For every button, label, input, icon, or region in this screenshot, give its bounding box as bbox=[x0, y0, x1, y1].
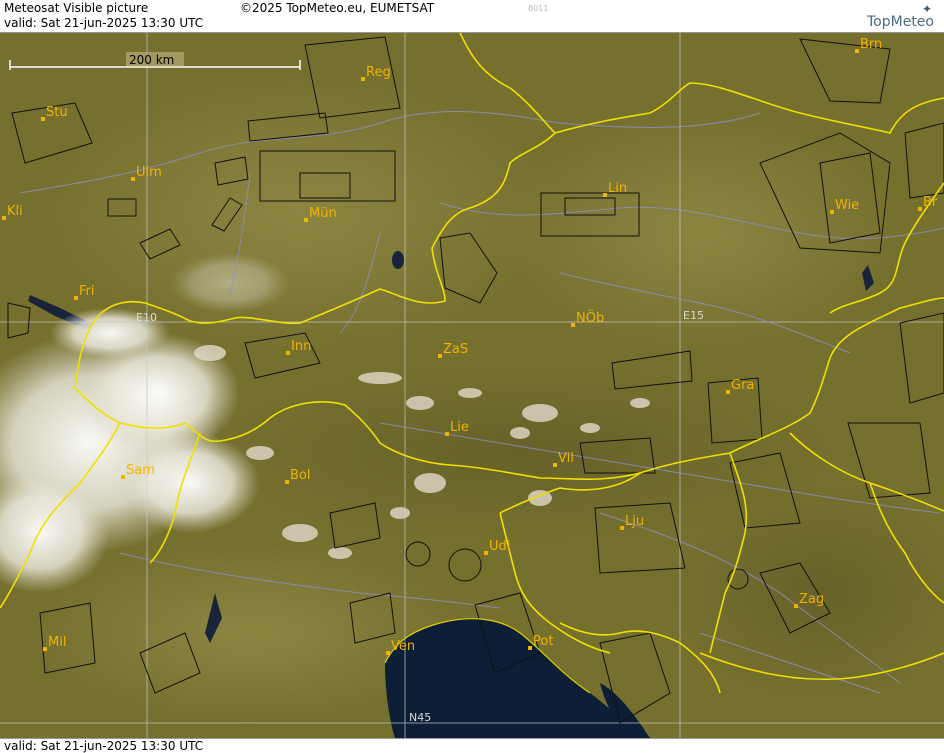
city-brn: Brn bbox=[855, 37, 882, 53]
city-ulm: Ulm bbox=[131, 165, 162, 181]
lake bbox=[392, 251, 404, 269]
city-label: Gra bbox=[731, 378, 754, 393]
city-marker-dot bbox=[553, 463, 557, 467]
city-label: Wie bbox=[835, 198, 859, 213]
city-marker-dot bbox=[528, 646, 532, 650]
city-zas: ZaS bbox=[438, 342, 468, 358]
city-marker-dot bbox=[2, 216, 6, 220]
city-label: Fri bbox=[79, 284, 95, 299]
city-marker-dot bbox=[361, 77, 365, 81]
city-label: Udi bbox=[489, 539, 510, 554]
city-label: Br bbox=[923, 195, 938, 210]
city-nob: NÖb bbox=[571, 309, 604, 327]
city-label: Mün bbox=[309, 206, 337, 221]
city-marker-dot bbox=[74, 296, 78, 300]
grid-label-e10: E10 bbox=[136, 311, 157, 324]
city-marker-dot bbox=[571, 323, 575, 327]
footer-valid-time: valid: Sat 21-jun-2025 13:30 UTC bbox=[4, 739, 204, 753]
city-label: Brn bbox=[860, 37, 882, 52]
header-bar: Meteosat Visible picture valid: Sat 21-j… bbox=[0, 0, 944, 33]
city-marker-dot bbox=[620, 526, 624, 530]
city-marker-dot bbox=[484, 551, 488, 555]
city-label: Bol bbox=[290, 468, 310, 483]
city-label: ZaS bbox=[443, 342, 468, 357]
city-marker-dot bbox=[445, 432, 449, 436]
city-marker-dot bbox=[855, 49, 859, 53]
copyright-text: ©2025 TopMeteo.eu, EUMETSAT bbox=[240, 1, 435, 15]
city-label: Lie bbox=[450, 420, 469, 435]
city-label: Vil bbox=[558, 451, 574, 466]
image-code: 8011 bbox=[528, 4, 549, 13]
city-label: Sam bbox=[126, 463, 155, 478]
city-marker-dot bbox=[43, 647, 47, 651]
valid-time: valid: Sat 21-jun-2025 13:30 UTC bbox=[4, 16, 204, 30]
city-label: Mil bbox=[48, 635, 66, 650]
city-label: Ven bbox=[391, 639, 415, 654]
logo-text: TopMeteo bbox=[867, 14, 934, 30]
footer-bar: valid: Sat 21-jun-2025 13:30 UTC bbox=[0, 738, 944, 753]
city-label: Inn bbox=[291, 339, 311, 354]
city-marker-dot bbox=[830, 210, 834, 214]
city-label: Pot bbox=[533, 634, 553, 649]
city-marker-dot bbox=[603, 193, 607, 197]
city-label: Lin bbox=[608, 181, 627, 196]
map-title: Meteosat Visible picture bbox=[4, 1, 149, 15]
city-gra: Gra bbox=[726, 378, 754, 394]
city-sam: Sam bbox=[121, 463, 155, 479]
city-reg: Reg bbox=[361, 65, 391, 81]
city-marker-dot bbox=[726, 390, 730, 394]
city-marker-dot bbox=[286, 351, 290, 355]
city-label: Kli bbox=[7, 204, 23, 219]
city-zag: Zag bbox=[794, 592, 824, 608]
topmeteo-logo: TopMeteo ✦ bbox=[867, 2, 934, 30]
city-marker-dot bbox=[285, 480, 289, 484]
city-marker-dot bbox=[386, 651, 390, 655]
scale-label: 200 km bbox=[129, 53, 174, 67]
city-label: Ulm bbox=[136, 165, 162, 180]
grid-label-e15: E15 bbox=[683, 309, 704, 322]
city-marker-dot bbox=[41, 117, 45, 121]
city-marker-dot bbox=[918, 207, 922, 211]
city-marker-dot bbox=[304, 218, 308, 222]
city-label: NÖb bbox=[576, 309, 604, 326]
city-marker-dot bbox=[794, 604, 798, 608]
city-label: Lju bbox=[625, 514, 644, 529]
satellite-map: 200 km E10 E15 N45 Reg Brn Stu Ulm Mün Lin Wie… bbox=[0, 32, 944, 738]
city-marker-dot bbox=[438, 354, 442, 358]
grid-label-n45: N45 bbox=[409, 711, 431, 724]
city-label: Stu bbox=[46, 105, 68, 120]
city-mun: Mün bbox=[304, 206, 337, 222]
city-wie: Wie bbox=[830, 198, 859, 214]
city-label: Zag bbox=[799, 592, 824, 607]
city-label: Reg bbox=[366, 65, 391, 80]
city-marker-dot bbox=[131, 177, 135, 181]
star-icon: ✦ bbox=[921, 2, 932, 16]
city-ven: Ven bbox=[386, 639, 415, 655]
city-marker-dot bbox=[121, 475, 125, 479]
